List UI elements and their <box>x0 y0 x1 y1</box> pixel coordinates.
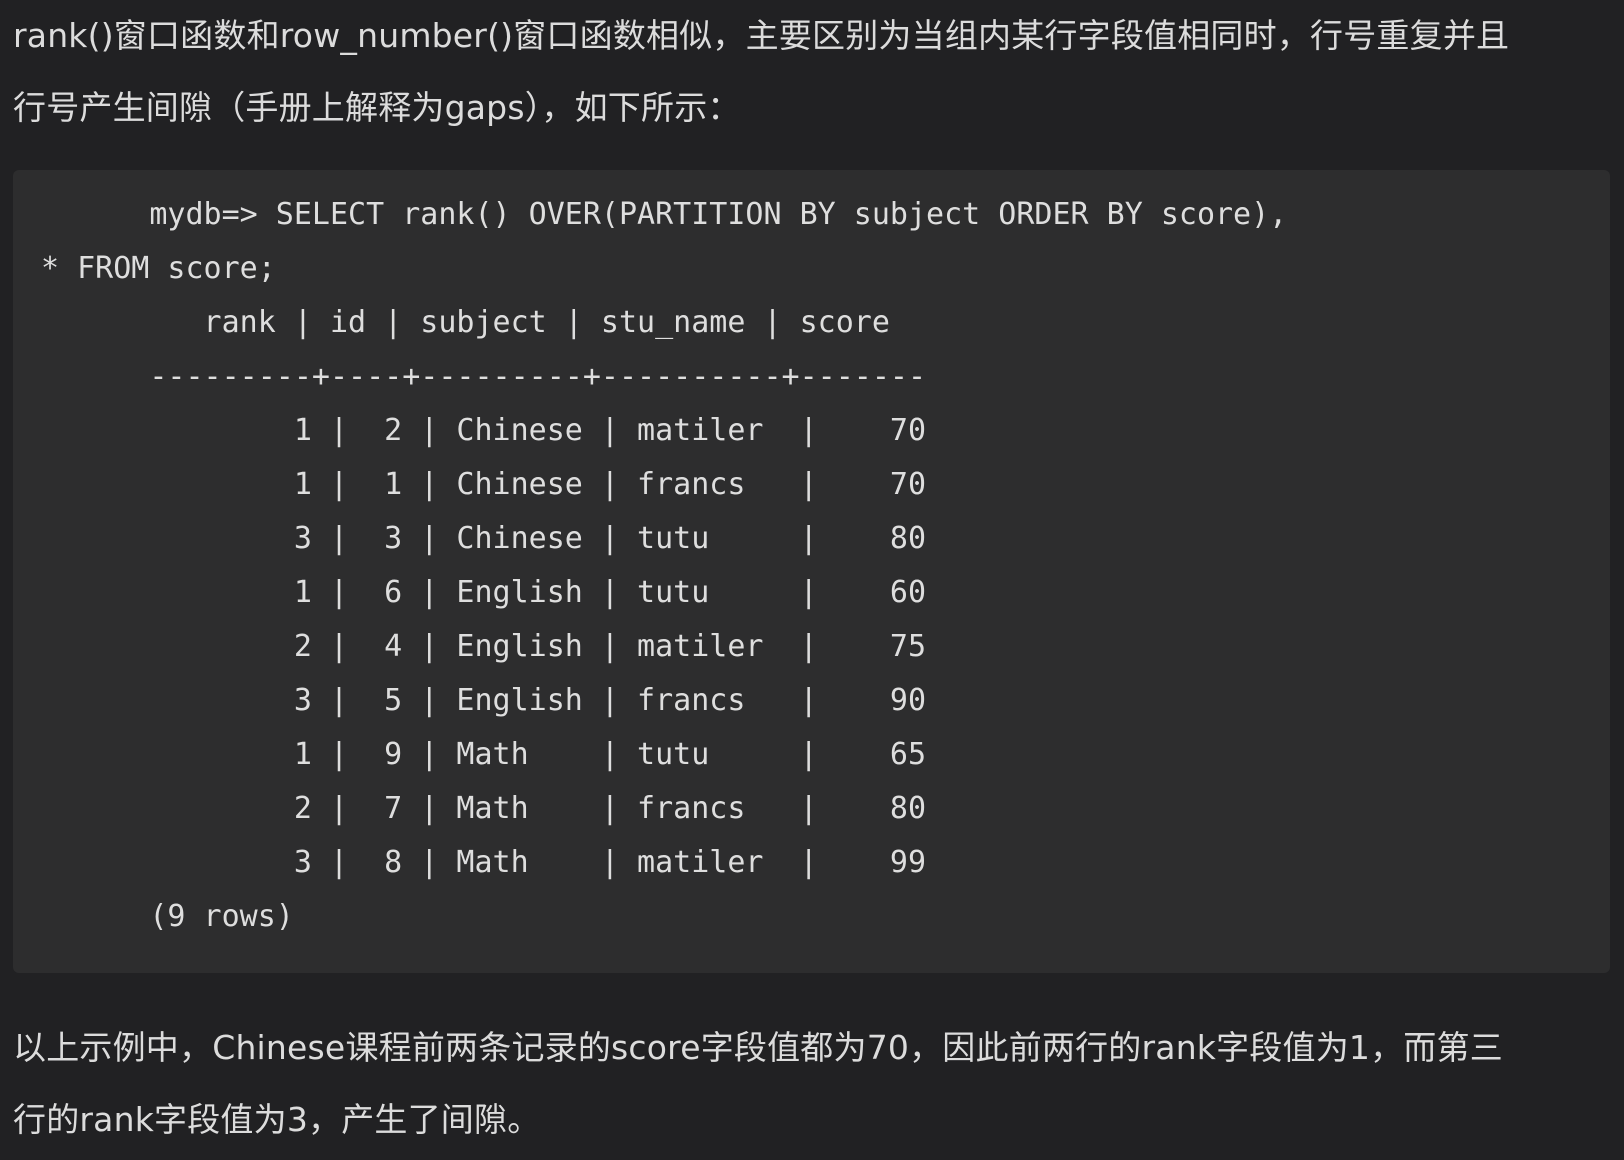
row-count: (9 rows) <box>41 899 294 934</box>
intro-paragraph: rank()窗口函数和row_number()窗口函数相似，主要区别为当组内某行… <box>13 0 1610 144</box>
outro-paragraph: 以上示例中，Chinese课程前两条记录的score字段值都为70，因此前两行的… <box>13 1012 1610 1156</box>
code-block: mydb=> SELECT rank() OVER(PARTITION BY s… <box>13 170 1610 973</box>
result-header-row: rank | id | subject | stu_name | score <box>41 305 890 340</box>
outro-line-2: 行的rank字段值为3，产生了间隙。 <box>13 1100 541 1139</box>
intro-line-1: rank()窗口函数和row_number()窗口函数相似，主要区别为当组内某行… <box>13 16 1510 55</box>
result-row: 1 | 9 | Math | tutu | 65 <box>41 737 927 772</box>
result-row: 3 | 8 | Math | matiler | 99 <box>41 845 927 880</box>
result-row: 1 | 2 | Chinese | matiler | 70 <box>41 413 927 448</box>
code-line: * FROM score; <box>41 251 276 286</box>
result-row: 3 | 5 | English | francs | 90 <box>41 683 927 718</box>
outro-line-1: 以上示例中，Chinese课程前两条记录的score字段值都为70，因此前两行的… <box>13 1028 1503 1067</box>
intro-line-2: 行号产生间隙（手册上解释为gaps），如下所示： <box>13 88 741 127</box>
result-row: 1 | 1 | Chinese | francs | 70 <box>41 467 927 502</box>
result-separator: ---------+----+---------+----------+----… <box>41 359 927 394</box>
result-row: 3 | 3 | Chinese | tutu | 80 <box>41 521 927 556</box>
result-row: 1 | 6 | English | tutu | 60 <box>41 575 927 610</box>
code-line: mydb=> SELECT rank() OVER(PARTITION BY s… <box>41 197 1288 232</box>
result-row: 2 | 7 | Math | francs | 80 <box>41 791 927 826</box>
result-row: 2 | 4 | English | matiler | 75 <box>41 629 927 664</box>
